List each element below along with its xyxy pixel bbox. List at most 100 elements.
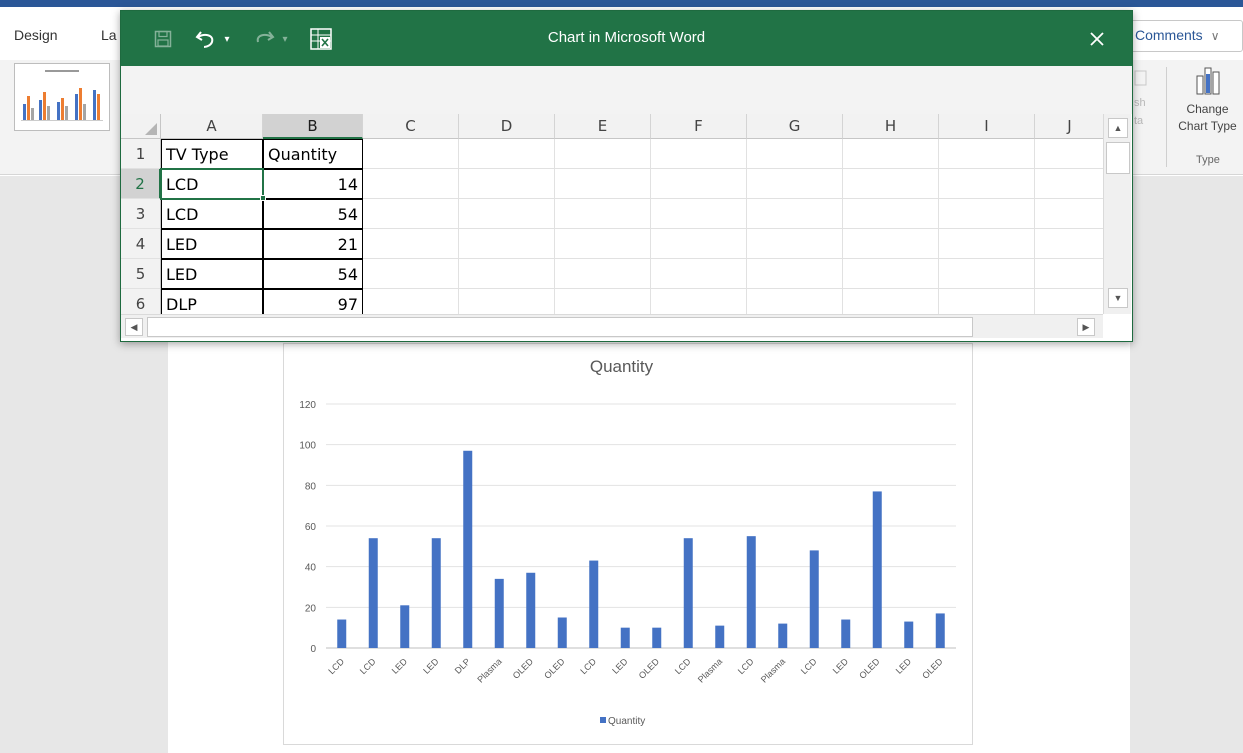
- column-header-h[interactable]: H: [843, 114, 939, 139]
- column-header-a[interactable]: A: [161, 114, 263, 139]
- cell-e2[interactable]: [555, 169, 651, 199]
- cell-b2[interactable]: 14: [263, 169, 363, 199]
- cell-j4[interactable]: [1035, 229, 1103, 259]
- cell-j1[interactable]: [1035, 139, 1103, 169]
- cell-h6[interactable]: [843, 289, 939, 314]
- cell-h3[interactable]: [843, 199, 939, 229]
- bar[interactable]: [683, 538, 693, 648]
- cell-f4[interactable]: [651, 229, 747, 259]
- cell-f1[interactable]: [651, 139, 747, 169]
- fill-handle[interactable]: [260, 195, 266, 201]
- bar[interactable]: [935, 613, 945, 648]
- cell-i6[interactable]: [939, 289, 1035, 314]
- cell-g6[interactable]: [747, 289, 843, 314]
- cell-e5[interactable]: [555, 259, 651, 289]
- bar[interactable]: [526, 572, 536, 648]
- cell-g1[interactable]: [747, 139, 843, 169]
- cell-j2[interactable]: [1035, 169, 1103, 199]
- bar[interactable]: [778, 623, 788, 648]
- row-header-6[interactable]: 6: [121, 289, 161, 314]
- cell-f3[interactable]: [651, 199, 747, 229]
- bar[interactable]: [494, 578, 504, 648]
- bar[interactable]: [557, 617, 567, 649]
- vertical-scrollbar[interactable]: ▲ ▼: [1103, 114, 1131, 314]
- column-header-b[interactable]: B: [263, 114, 363, 139]
- tab-design[interactable]: Design: [14, 27, 58, 43]
- row-header-2[interactable]: 2: [121, 169, 161, 199]
- bar-chart[interactable]: 020406080100120LCD LCD LED LED DLP Plasma OLED…: [283, 343, 973, 745]
- cell-h2[interactable]: [843, 169, 939, 199]
- scroll-right-icon[interactable]: ▶: [1077, 318, 1095, 336]
- cell-a4[interactable]: LED: [161, 229, 263, 259]
- cell-d2[interactable]: [459, 169, 555, 199]
- cell-j6[interactable]: [1035, 289, 1103, 314]
- row-header-1[interactable]: 1: [121, 139, 161, 169]
- vertical-scroll-thumb[interactable]: [1106, 142, 1130, 174]
- cell-d5[interactable]: [459, 259, 555, 289]
- column-header-j[interactable]: J: [1035, 114, 1103, 139]
- cell-d1[interactable]: [459, 139, 555, 169]
- cell-c5[interactable]: [363, 259, 459, 289]
- cell-g5[interactable]: [747, 259, 843, 289]
- scroll-up-icon[interactable]: ▲: [1108, 118, 1128, 138]
- cell-d3[interactable]: [459, 199, 555, 229]
- cell-b3[interactable]: 54: [263, 199, 363, 229]
- column-header-i[interactable]: I: [939, 114, 1035, 139]
- bar[interactable]: [463, 450, 473, 648]
- horizontal-scrollbar[interactable]: ◀ ▶: [121, 314, 1103, 338]
- cell-d6[interactable]: [459, 289, 555, 314]
- cell-a3[interactable]: LCD: [161, 199, 263, 229]
- cell-i1[interactable]: [939, 139, 1035, 169]
- row-header-4[interactable]: 4: [121, 229, 161, 259]
- cell-c2[interactable]: [363, 169, 459, 199]
- cell-b1[interactable]: Quantity: [263, 139, 363, 169]
- cell-h5[interactable]: [843, 259, 939, 289]
- cell-c1[interactable]: [363, 139, 459, 169]
- cell-g4[interactable]: [747, 229, 843, 259]
- change-chart-type-button[interactable]: Change Chart Type: [1172, 64, 1243, 144]
- cell-j5[interactable]: [1035, 259, 1103, 289]
- cell-f6[interactable]: [651, 289, 747, 314]
- column-header-d[interactable]: D: [459, 114, 555, 139]
- cell-i2[interactable]: [939, 169, 1035, 199]
- cell-b6[interactable]: 97: [263, 289, 363, 314]
- bar[interactable]: [652, 627, 662, 648]
- cell-f2[interactable]: [651, 169, 747, 199]
- bar[interactable]: [841, 619, 851, 648]
- bar[interactable]: [431, 538, 441, 648]
- bar[interactable]: [746, 536, 756, 648]
- cell-i3[interactable]: [939, 199, 1035, 229]
- cell-b4[interactable]: 21: [263, 229, 363, 259]
- cell-c6[interactable]: [363, 289, 459, 314]
- scroll-left-icon[interactable]: ◀: [125, 318, 143, 336]
- tab-layout[interactable]: La: [101, 27, 117, 43]
- cell-c3[interactable]: [363, 199, 459, 229]
- select-all-corner[interactable]: [121, 114, 161, 139]
- row-header-3[interactable]: 3: [121, 199, 161, 229]
- row-header-5[interactable]: 5: [121, 259, 161, 289]
- bar[interactable]: [872, 491, 882, 648]
- cell-a1[interactable]: TV Type: [161, 139, 263, 169]
- bar[interactable]: [368, 538, 378, 648]
- cell-f5[interactable]: [651, 259, 747, 289]
- column-header-c[interactable]: C: [363, 114, 459, 139]
- bar[interactable]: [620, 627, 630, 648]
- cell-e1[interactable]: [555, 139, 651, 169]
- cell-b5[interactable]: 54: [263, 259, 363, 289]
- cell-e4[interactable]: [555, 229, 651, 259]
- bar[interactable]: [904, 621, 914, 648]
- comments-button[interactable]: Comments ∨: [1128, 20, 1243, 52]
- column-header-g[interactable]: G: [747, 114, 843, 139]
- chart-style-thumbnail[interactable]: [14, 63, 110, 131]
- cell-i5[interactable]: [939, 259, 1035, 289]
- cell-g2[interactable]: [747, 169, 843, 199]
- cell-d4[interactable]: [459, 229, 555, 259]
- cell-h4[interactable]: [843, 229, 939, 259]
- scroll-down-icon[interactable]: ▼: [1108, 288, 1128, 308]
- bar[interactable]: [589, 560, 599, 648]
- column-header-f[interactable]: F: [651, 114, 747, 139]
- bar[interactable]: [715, 625, 725, 648]
- cell-i4[interactable]: [939, 229, 1035, 259]
- cell-g3[interactable]: [747, 199, 843, 229]
- cell-e3[interactable]: [555, 199, 651, 229]
